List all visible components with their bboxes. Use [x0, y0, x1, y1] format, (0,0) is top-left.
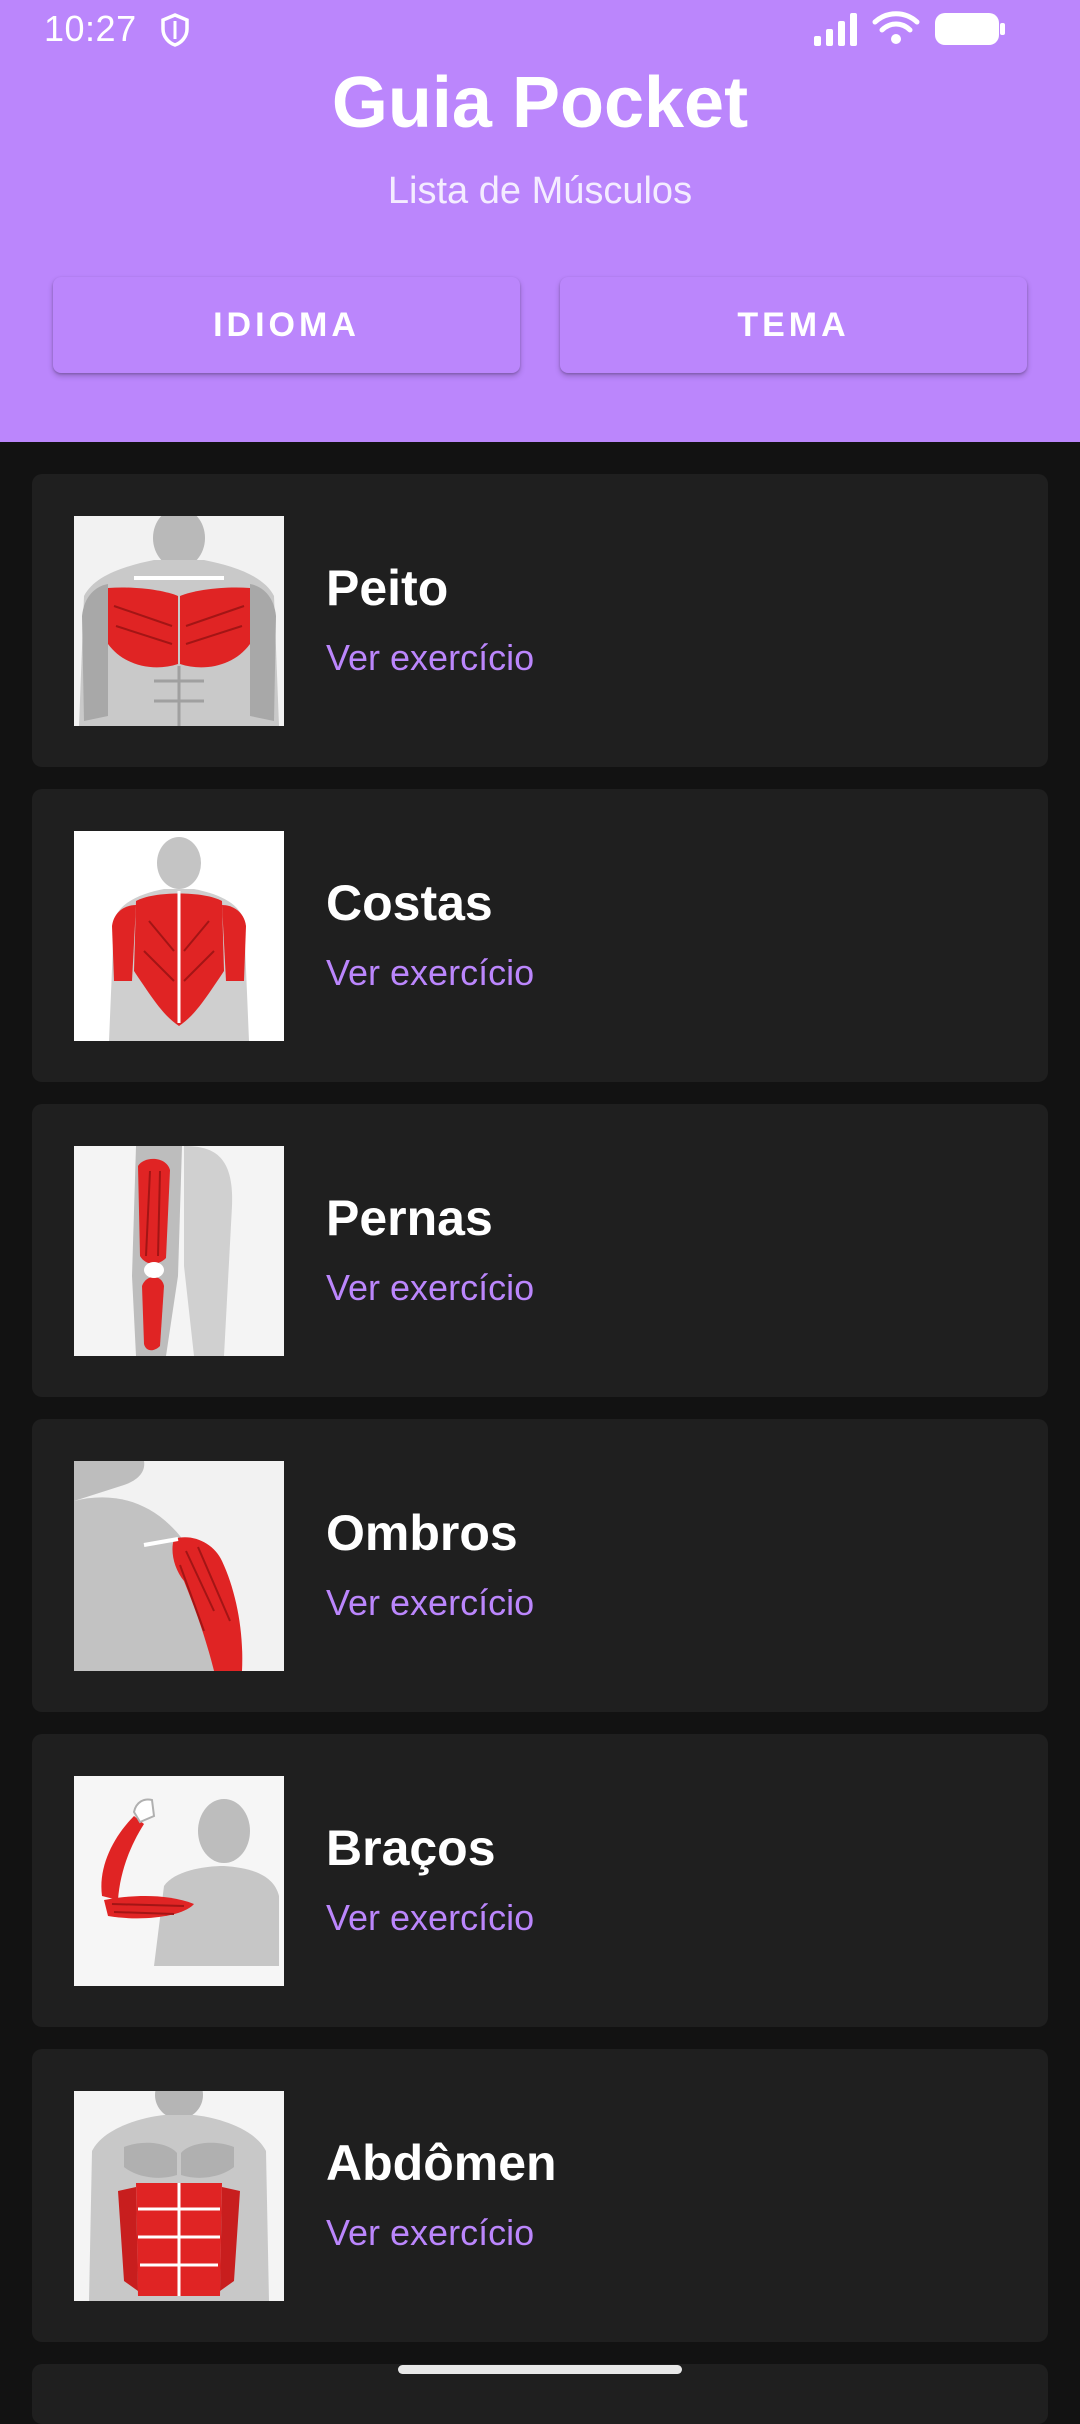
- muscle-card-costas[interactable]: Costas Ver exercício: [32, 789, 1048, 1082]
- view-exercise-link[interactable]: Ver exercício: [326, 1897, 534, 1939]
- muscle-name: Costas: [326, 875, 493, 931]
- muscle-name: Pernas: [326, 1190, 493, 1246]
- back-muscle-image: [74, 831, 284, 1041]
- muscle-card-bracos[interactable]: Braços Ver exercício: [32, 1734, 1048, 2027]
- wifi-icon: [872, 10, 920, 51]
- muscle-card-abdomen[interactable]: Abdômen Ver exercício: [32, 2049, 1048, 2342]
- theme-button[interactable]: TEMA: [560, 277, 1027, 373]
- shoulders-muscle-image: [74, 1461, 284, 1671]
- muscle-name: Peito: [326, 560, 449, 616]
- battery-icon: [934, 12, 1006, 53]
- shield-icon: [160, 12, 190, 53]
- status-bar: 10:27: [0, 0, 1080, 60]
- view-exercise-link[interactable]: Ver exercício: [326, 952, 534, 994]
- muscle-card-pernas[interactable]: Pernas Ver exercício: [32, 1104, 1048, 1397]
- home-indicator[interactable]: [398, 2365, 682, 2374]
- muscle-name: Ombros: [326, 1505, 518, 1561]
- arms-muscle-image: [74, 1776, 284, 1986]
- chest-muscle-image: [74, 516, 284, 726]
- language-button[interactable]: IDIOMA: [53, 277, 520, 373]
- muscle-card-ombros[interactable]: Ombros Ver exercício: [32, 1419, 1048, 1712]
- view-exercise-link[interactable]: Ver exercício: [326, 2212, 534, 2254]
- legs-muscle-image: [74, 1146, 284, 1356]
- app-title: Guia Pocket: [331, 63, 749, 143]
- muscle-name: Braços: [326, 1820, 496, 1876]
- view-exercise-link[interactable]: Ver exercício: [326, 637, 534, 679]
- view-exercise-link[interactable]: Ver exercício: [326, 1582, 534, 1624]
- muscle-name: Abdômen: [326, 2135, 557, 2191]
- app-subtitle: Lista de Músculos: [387, 170, 693, 212]
- signal-icon: [812, 12, 860, 51]
- view-exercise-link[interactable]: Ver exercício: [326, 1267, 534, 1309]
- status-time: 10:27: [44, 8, 137, 49]
- muscle-card-peito[interactable]: Peito Ver exercício: [32, 474, 1048, 767]
- app-header: 10:27 Guia Pocket Lista de Músculos IDIO…: [0, 0, 1080, 442]
- abs-muscle-image: [74, 2091, 284, 2301]
